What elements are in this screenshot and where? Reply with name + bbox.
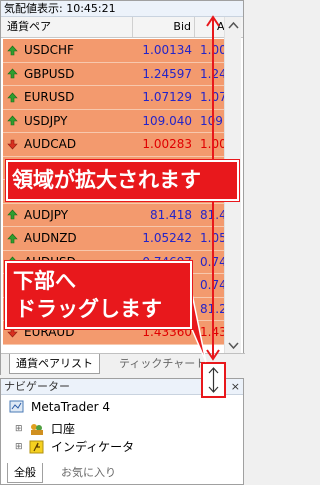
bid-cell: 81.418 [150,207,192,222]
price-down-arrow-icon [7,139,18,150]
scroll-down-arrow-icon[interactable] [225,337,242,354]
bid-cell: 1.00134 [142,43,192,57]
nav-item-metatrader[interactable]: MetaTrader 4 [9,400,110,414]
symbol-name: AUDJPY [24,207,69,222]
symbol-name: AUDCAD [24,137,77,152]
symbol-cell: GBPUSD [3,63,133,86]
symbol-cell: AUDCAD [3,133,133,156]
price-up-arrow-icon [7,68,18,79]
tab-symbols[interactable]: 通貨ペアリスト [9,354,100,374]
nav-item-indicators[interactable]: ⊞ インディケータ [15,438,134,455]
expand-plus-icon[interactable]: ⊞ [15,442,25,452]
bid-cell: 109.040 [142,113,192,128]
symbol-row[interactable]: AUDCAD1.002831.0031 [3,133,225,157]
symbol-name: AUDNZD [24,231,77,246]
nav-item-label: MetaTrader 4 [31,400,111,414]
bid-cell: 1.07129 [142,90,192,104]
resize-handle-highlight[interactable] [201,362,226,398]
symbol-cell: USDCHF [3,39,133,62]
bid-cell: 1.05242 [142,231,192,245]
price-up-arrow-icon [7,115,18,126]
metatrader-icon [9,400,24,413]
indicators-icon [29,440,44,453]
close-icon[interactable]: × [231,381,240,392]
symbol-row[interactable]: AUDNZD1.052421.0534 [3,227,225,251]
price-up-arrow-icon [7,209,18,220]
symbol-row[interactable]: USDCHF1.001341.0018 [3,39,225,63]
enlarge-callout: 領域が拡大されます [6,160,239,201]
bid-cell: 1.24597 [142,66,192,81]
symbol-row[interactable]: AUDJPY81.41881.45 [3,203,225,227]
symbol-row[interactable]: GBPUSD1.245971.2465 [3,62,225,86]
symbol-name: USDJPY [24,113,68,128]
expand-plus-icon[interactable]: ⊞ [15,424,25,434]
drag-callout-line1: 下部へ [13,269,76,293]
symbol-name: USDCHF [24,43,74,58]
vertical-resize-icon [208,367,219,393]
tab-general[interactable]: 全般 [7,463,43,483]
symbol-row[interactable]: USDJPY109.040109.04 [3,109,225,133]
symbol-row[interactable]: EURUSD1.071291.0713 [3,86,225,110]
scroll-up-arrow-icon[interactable] [225,17,242,34]
symbol-cell: AUDNZD [3,227,133,250]
accounts-icon [31,423,43,435]
symbol-name: EURUSD [24,90,75,105]
nav-item-accounts[interactable]: ⊞ 口座 [15,420,75,437]
nav-item-label: 口座 [51,422,76,436]
price-up-arrow-icon [7,233,18,244]
bid-cell: 1.00283 [142,137,192,151]
tab-favorites[interactable]: お気に入り [55,463,122,483]
symbol-cell: USDJPY [3,110,133,133]
nav-item-label: インディケータ [51,440,135,454]
navigator-tabs: 全般 お気に入り [1,463,243,483]
drag-callout: 下部へ ドラッグします [5,261,192,329]
column-header-bid[interactable]: Bid [133,17,195,37]
price-up-arrow-icon [7,45,18,56]
column-header-symbol[interactable]: 通貨ペア [1,17,133,37]
symbol-name: GBPUSD [24,66,75,81]
symbol-cell: AUDJPY [3,204,133,227]
drag-callout-line2: ドラッグします [15,297,162,321]
price-up-arrow-icon [7,92,18,103]
symbol-cell: EURUSD [3,86,133,109]
